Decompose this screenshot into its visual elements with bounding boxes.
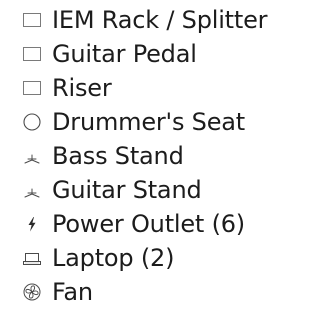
- legend-label: Power Outlet (6): [52, 210, 245, 238]
- legend-label: Bass Stand: [52, 142, 184, 170]
- legend-label: IEM Rack / Splitter: [52, 6, 268, 34]
- legend-label: Fan: [52, 278, 93, 306]
- legend-item-power-outlet: Power Outlet (6): [0, 207, 304, 241]
- square-outline-icon: [22, 10, 42, 30]
- legend-label: Guitar Pedal: [52, 40, 197, 68]
- lightning-bolt-icon: [22, 214, 42, 234]
- legend-label: Guitar Stand: [52, 176, 202, 204]
- legend-label: Drummer's Seat: [52, 108, 245, 136]
- legend-item-fan: Fan: [0, 275, 304, 309]
- legend-item-laptop: Laptop (2): [0, 241, 304, 275]
- stage-legend: IEM Rack / Splitter Guitar Pedal Riser D…: [0, 3, 304, 309]
- stand-icon: [22, 146, 42, 166]
- legend-item-riser: Riser: [0, 71, 304, 105]
- circle-outline-icon: [22, 112, 42, 132]
- legend-label: Riser: [52, 74, 112, 102]
- laptop-icon: [22, 248, 42, 268]
- square-outline-icon: [22, 78, 42, 98]
- legend-item-drummers-seat: Drummer's Seat: [0, 105, 304, 139]
- legend-item-bass-stand: Bass Stand: [0, 139, 304, 173]
- square-outline-icon: [22, 44, 42, 64]
- legend-item-iem-rack: IEM Rack / Splitter: [0, 3, 304, 37]
- stand-icon: [22, 180, 42, 200]
- legend-item-guitar-stand: Guitar Stand: [0, 173, 304, 207]
- legend-label: Laptop (2): [52, 244, 175, 272]
- legend-item-guitar-pedal: Guitar Pedal: [0, 37, 304, 71]
- fan-icon: [22, 282, 42, 302]
